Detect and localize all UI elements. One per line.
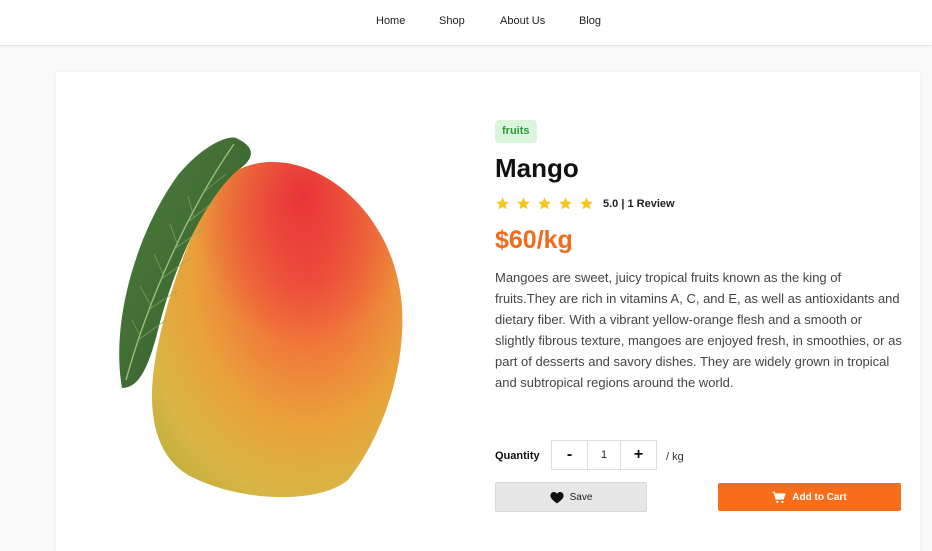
product-description: Mangoes are sweet, juicy tropical fruits…	[495, 270, 902, 390]
star-icon	[538, 197, 551, 210]
star-icon	[517, 197, 530, 210]
nav-link-home[interactable]: Home	[376, 14, 405, 28]
top-navbar: Home Shop About Us Blog	[0, 0, 932, 46]
star-icon	[496, 197, 509, 210]
nav-link-about-us[interactable]: About Us	[500, 14, 545, 28]
product-price: $60/kg	[495, 226, 573, 254]
increment-button[interactable]: +	[621, 441, 656, 469]
rating-summary[interactable]: 5.0 | 1 Review	[603, 197, 675, 211]
star-icon	[580, 197, 593, 210]
quantity-value[interactable]: 1	[587, 441, 621, 469]
quantity-stepper: - 1 +	[551, 440, 657, 470]
product-title: Mango	[495, 153, 579, 183]
save-button-label: Save	[569, 491, 593, 503]
heart-icon	[550, 491, 564, 504]
add-to-cart-label: Add to Cart	[792, 491, 847, 503]
add-to-cart-button[interactable]: Add to Cart	[718, 483, 901, 511]
decrement-button[interactable]: -	[552, 441, 587, 469]
star-icon	[559, 197, 572, 210]
product-image	[119, 137, 403, 498]
save-button[interactable]: Save	[495, 482, 647, 512]
category-tag[interactable]: fruits	[495, 120, 537, 143]
nav-link-shop[interactable]: Shop	[439, 14, 465, 28]
nav-link-blog[interactable]: Blog	[579, 14, 601, 28]
quantity-unit: / kg	[666, 451, 684, 463]
cart-icon	[772, 491, 786, 504]
quantity-label: Quantity	[495, 450, 540, 462]
